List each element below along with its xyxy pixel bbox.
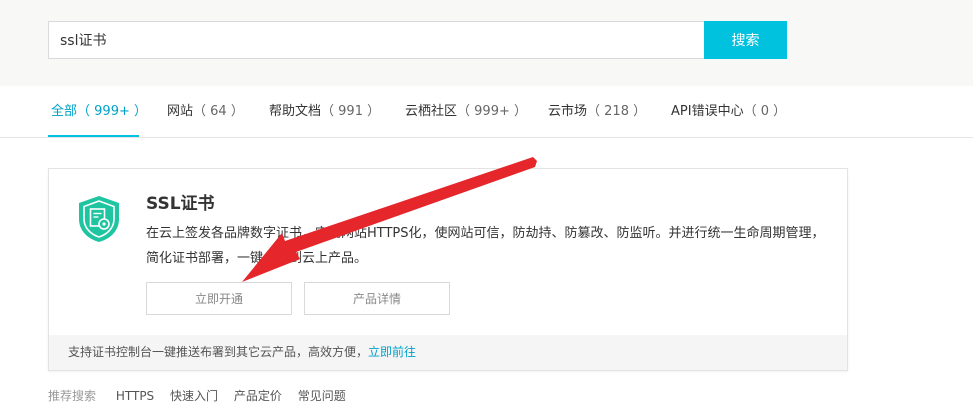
tab-marketplace[interactable]: 云市场（ 218 ） xyxy=(548,86,646,137)
go-now-link[interactable]: 立即前往 xyxy=(368,345,416,359)
activate-now-button[interactable]: 立即开通 xyxy=(146,282,292,315)
recommend-link-pricing[interactable]: 产品定价 xyxy=(234,389,282,403)
tab-count: （ 218 ） xyxy=(587,104,647,119)
recommend-link-quickstart[interactable]: 快速入门 xyxy=(170,389,218,403)
footer-text: 支持证书控制台一键推送布署到其它云产品，高效方便， xyxy=(68,345,369,359)
tab-count: （ 999+ ） xyxy=(77,104,147,119)
tab-label: 云栖社区 xyxy=(405,104,458,119)
tab-count: （ 0 ） xyxy=(743,104,787,119)
tab-label: 云市场 xyxy=(548,104,588,119)
recommended-searches: 推荐搜索 HTTPS 快速入门 产品定价 常见问题 xyxy=(48,387,346,404)
search-button[interactable]: 搜索 xyxy=(704,21,787,59)
tab-label: 全部 xyxy=(51,104,78,119)
tab-help-docs[interactable]: 帮助文档（ 991 ） xyxy=(269,86,380,137)
tab-count: （ 999+ ） xyxy=(457,104,527,119)
recommend-link-https[interactable]: HTTPS xyxy=(116,389,154,403)
tab-label: API错误中心 xyxy=(671,104,744,119)
tab-community[interactable]: 云栖社区（ 999+ ） xyxy=(405,86,527,137)
result-title[interactable]: SSL证书 xyxy=(146,189,215,214)
result-description: 在云上签发各品牌数字证书，实现网站HTTPS化，使网站可信，防劫持、防篡改、防监… xyxy=(146,226,825,266)
search-bar-area: 搜索 xyxy=(0,0,973,86)
tab-label: 网站 xyxy=(167,104,194,119)
search-input[interactable] xyxy=(48,21,704,59)
tab-api-errors[interactable]: API错误中心（ 0 ） xyxy=(671,86,786,137)
ssl-result-card: SSL证书 在云上签发各品牌数字证书，实现网站HTTPS化，使网站可信，防劫持、… xyxy=(48,168,848,371)
tab-count: （ 64 ） xyxy=(193,104,244,119)
recommend-link-faq[interactable]: 常见问题 xyxy=(298,389,346,403)
tab-label: 帮助文档 xyxy=(269,104,322,119)
tab-all[interactable]: 全部（ 999+ ） xyxy=(51,86,147,137)
tab-website[interactable]: 网站（ 64 ） xyxy=(167,86,244,137)
recommend-label: 推荐搜索 xyxy=(48,389,97,403)
ssl-certificate-shield-icon xyxy=(79,196,119,242)
active-tab-indicator xyxy=(48,135,139,137)
card-footer: 支持证书控制台一键推送布署到其它云产品，高效方便，立即前往 xyxy=(49,335,847,370)
result-tabs: 全部（ 999+ ） 网站（ 64 ） 帮助文档（ 991 ） 云栖社区（ 99… xyxy=(0,86,973,138)
tab-count: （ 991 ） xyxy=(321,104,381,119)
product-details-button[interactable]: 产品详情 xyxy=(304,282,450,315)
